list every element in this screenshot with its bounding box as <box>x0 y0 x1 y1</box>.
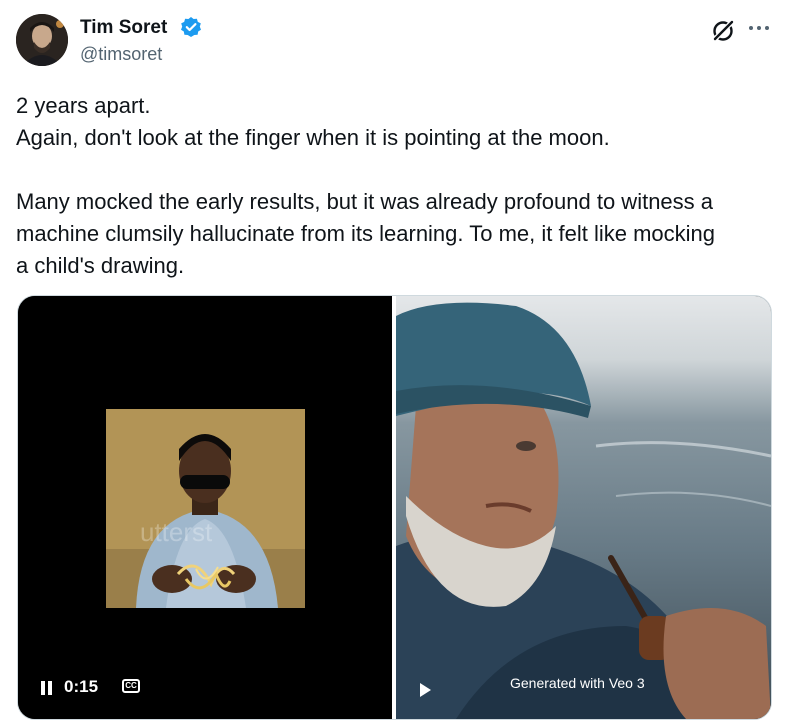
tweet-line: Many mocked the early results, but it wa… <box>16 189 714 214</box>
tweet-text: 2 years apart. Again, don't look at the … <box>16 90 776 282</box>
grok-icon[interactable] <box>710 18 736 44</box>
author-handle[interactable]: @timsoret <box>80 43 162 65</box>
tweet-line: Again, don't look at the finger when it … <box>16 125 610 150</box>
left-video-frame[interactable]: utterst <box>106 409 305 608</box>
play-icon[interactable] <box>418 682 432 698</box>
left-video-player[interactable]: utterst 0:15 CC <box>18 296 392 719</box>
avatar-image <box>16 14 68 66</box>
author-name[interactable]: Tim Soret <box>80 17 167 39</box>
verified-badge-icon <box>181 17 201 37</box>
svg-text:utterst: utterst <box>140 517 213 547</box>
video-time: 0:15 <box>64 677 99 696</box>
right-video-player[interactable]: Generated with Veo 3 <box>396 296 771 719</box>
video-frame-image <box>396 296 771 719</box>
tweet-line: a child's drawing. <box>16 253 185 278</box>
more-options-icon[interactable] <box>746 18 772 38</box>
video-caption: Generated with Veo 3 <box>510 675 645 691</box>
tweet-line: machine clumsily hallucinate from its le… <box>16 221 715 246</box>
pause-icon[interactable] <box>40 680 54 696</box>
avatar[interactable] <box>16 14 68 66</box>
media-grid: utterst 0:15 CC Generated with Veo 3 <box>17 295 772 720</box>
closed-captions-icon[interactable]: CC <box>122 679 140 693</box>
tweet-line: 2 years apart. <box>16 93 151 118</box>
video-frame-image: utterst <box>106 409 305 608</box>
